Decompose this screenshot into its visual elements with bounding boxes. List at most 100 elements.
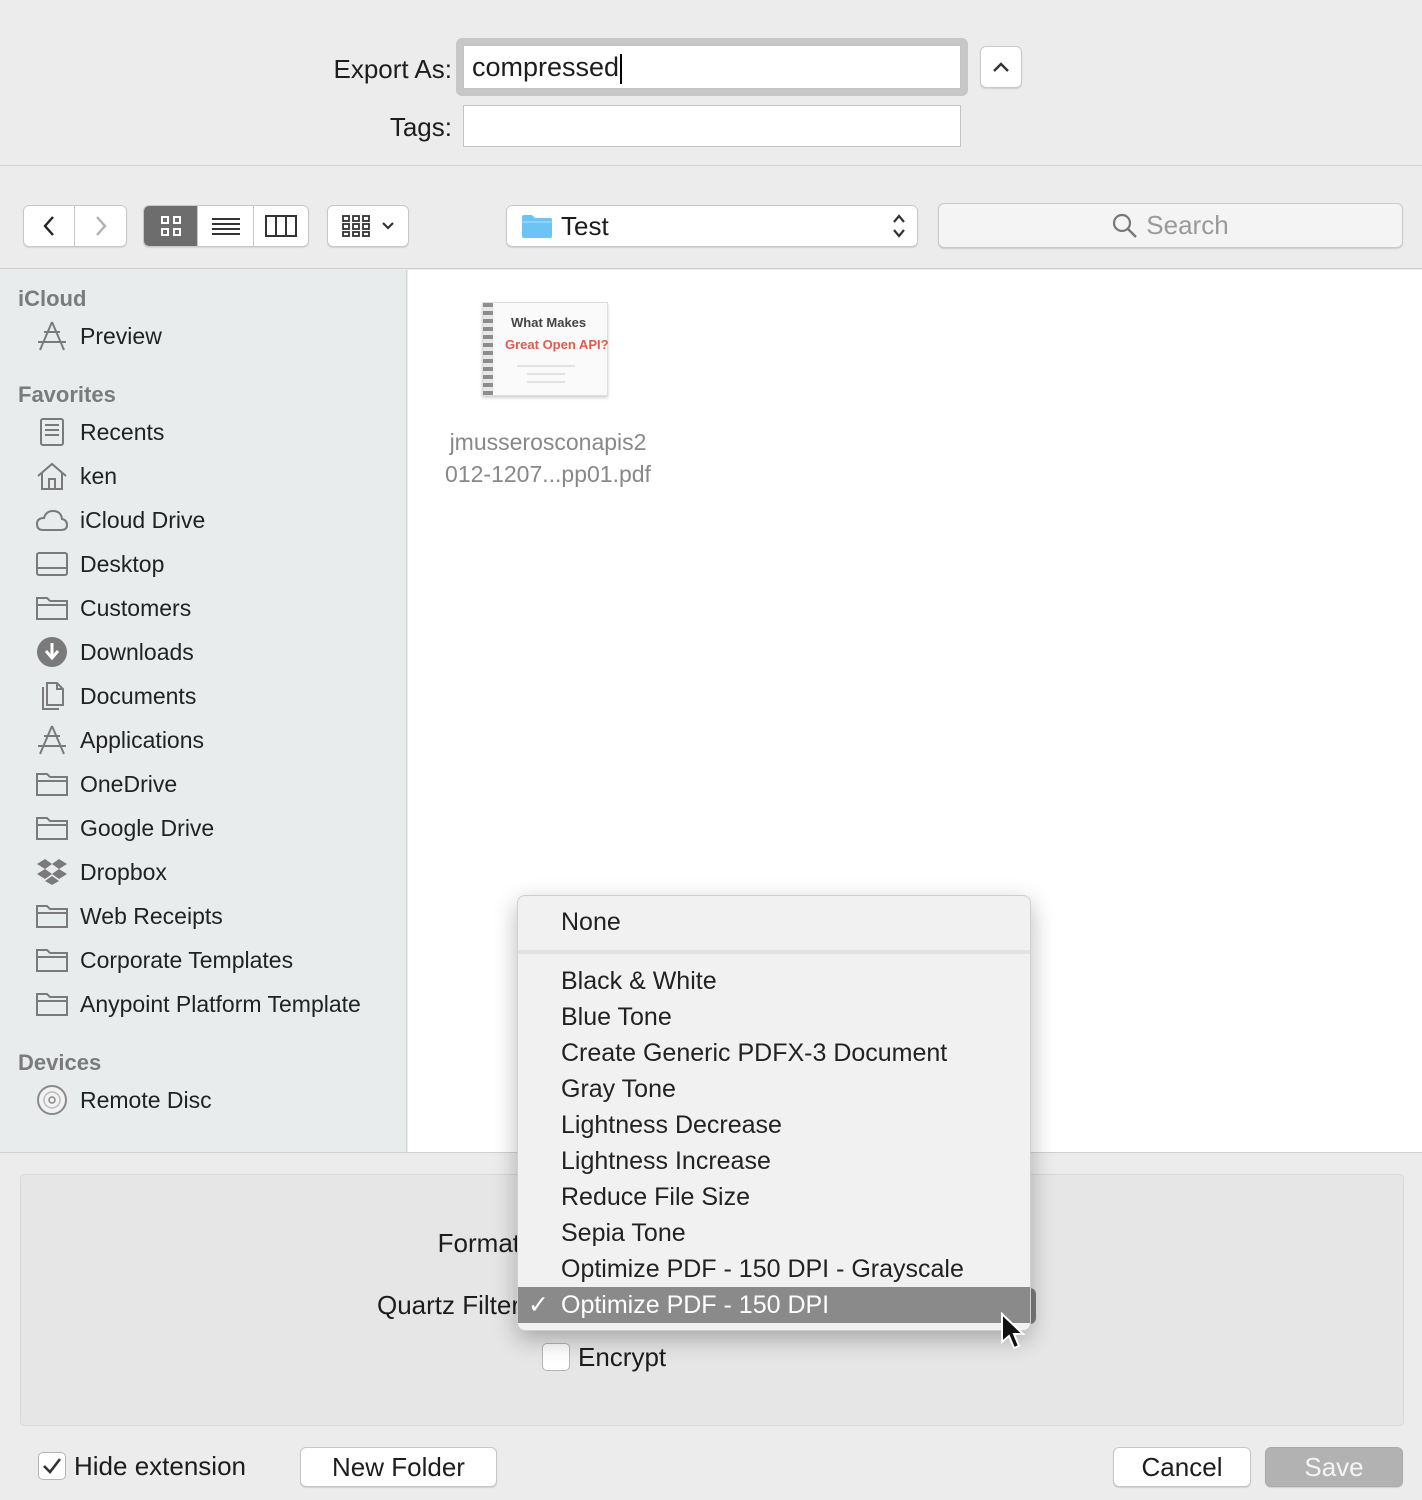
export-as-field[interactable]: compressed — [463, 45, 961, 89]
folder-icon — [34, 944, 70, 976]
up-down-chevron-icon — [893, 214, 905, 238]
view-mode-selector — [143, 205, 309, 247]
location-label: Test — [561, 210, 609, 241]
sidebar-item-recents[interactable]: Recents — [34, 412, 164, 452]
sidebar-item-web-receipts[interactable]: Web Receipts — [34, 896, 223, 936]
nav-back-forward — [23, 205, 127, 247]
sidebar-item-label: Desktop — [80, 550, 165, 577]
folder-icon — [34, 812, 70, 844]
quartz-filter-menu: None Black & White Blue Tone Create Gene… — [517, 895, 1031, 1331]
sidebar-item-label: Applications — [80, 726, 205, 753]
sidebar-item-downloads[interactable]: Downloads — [34, 632, 194, 672]
sidebar-item-label: Anypoint Platform Template — [80, 990, 361, 1017]
documents-icon — [34, 680, 70, 712]
folder-icon — [34, 592, 70, 624]
quartz-filter-label: Quartz Filter — [376, 1290, 520, 1320]
sidebar-item-label: Corporate Templates — [80, 946, 294, 973]
chevron-right-icon — [95, 216, 107, 236]
text-caret — [620, 54, 623, 84]
icon-view-button[interactable] — [144, 206, 199, 246]
thumbnail-title: What Makes — [511, 315, 587, 330]
hide-extension-label: Hide extension — [74, 1451, 246, 1481]
sidebar-item-label: Remote Disc — [80, 1086, 212, 1113]
sidebar-item-label: iCloud Drive — [80, 506, 206, 533]
sidebar-item-label: Customers — [80, 594, 192, 621]
menu-item-sepia-tone[interactable]: Sepia Tone — [518, 1215, 1030, 1251]
sidebar-header-favorites: Favorites — [18, 382, 116, 407]
dropbox-icon — [34, 856, 70, 888]
sidebar-item-corporate-templates[interactable]: Corporate Templates — [34, 940, 293, 980]
sidebar-item-icloud-drive[interactable]: iCloud Drive — [34, 500, 205, 540]
file-thumbnail[interactable]: What Makes Great Open API? — [482, 302, 609, 396]
sidebar-item-onedrive[interactable]: OneDrive — [34, 764, 177, 804]
menu-item-lightness-decrease[interactable]: Lightness Decrease — [518, 1107, 1030, 1143]
menu-item-reduce-file-size[interactable]: Reduce File Size — [518, 1179, 1030, 1215]
list-icon — [211, 218, 240, 235]
sidebar-item-applications[interactable]: Applications — [34, 720, 204, 760]
thumbnail-binding — [483, 303, 493, 395]
folder-icon — [34, 988, 70, 1020]
new-folder-button[interactable]: New Folder — [300, 1447, 497, 1487]
home-icon — [34, 460, 70, 492]
selected-checkmark: ✓ — [528, 1291, 549, 1319]
thumbnail-text-line — [527, 381, 565, 383]
menu-item-black-white[interactable]: Black & White — [518, 963, 1030, 999]
chevron-left-icon — [43, 216, 54, 236]
thumbnail-text-line — [517, 365, 575, 367]
sidebar-item-label: Dropbox — [80, 858, 167, 885]
mouse-cursor-icon — [1001, 1312, 1026, 1350]
sidebar-item-label: Preview — [80, 322, 162, 349]
cancel-button[interactable]: Cancel — [1113, 1447, 1251, 1487]
sidebar-item-preview[interactable]: Preview — [34, 316, 162, 356]
grid-icon — [160, 216, 181, 236]
collapse-button[interactable] — [980, 46, 1022, 88]
apps-icon — [34, 320, 70, 352]
group-by-button[interactable] — [327, 205, 409, 247]
menu-item-lightness-increase[interactable]: Lightness Increase — [518, 1143, 1030, 1179]
menu-item-gray-tone[interactable]: Gray Tone — [518, 1071, 1030, 1107]
encrypt-checkbox[interactable] — [542, 1343, 570, 1371]
sidebar-item-google-drive[interactable]: Google Drive — [34, 808, 214, 848]
folder-icon — [34, 768, 70, 800]
encrypt-label: Encrypt — [578, 1342, 667, 1372]
apps-icon — [34, 724, 70, 756]
sidebar-item-desktop[interactable]: Desktop — [34, 544, 164, 584]
sidebar-item-label: Web Receipts — [80, 902, 223, 929]
search-icon — [1113, 213, 1138, 238]
sidebar: iCloud Preview Favorites Recents ken iCl… — [0, 270, 407, 1152]
search-placeholder: Search — [1146, 210, 1229, 240]
menu-item-optimize-150-grayscale[interactable]: Optimize PDF - 150 DPI - Grayscale — [518, 1251, 1030, 1287]
desktop-icon — [34, 548, 70, 580]
sidebar-item-label: ken — [80, 462, 118, 489]
sidebar-item-label: Downloads — [80, 638, 194, 665]
format-label: Format — [437, 1228, 520, 1258]
menu-item-optimize-150-selected[interactable]: ✓ Optimize PDF - 150 DPI — [518, 1287, 1030, 1323]
menu-item-none[interactable]: None — [518, 904, 1030, 940]
sidebar-item-documents[interactable]: Documents — [34, 676, 196, 716]
save-button[interactable]: Save — [1265, 1447, 1403, 1487]
disc-icon — [34, 1084, 70, 1116]
menu-item-create-generic-pdfx3[interactable]: Create Generic PDFX-3 Document — [518, 1035, 1030, 1071]
folder-icon — [522, 215, 552, 238]
hide-extension-checkbox[interactable] — [38, 1452, 66, 1480]
columns-icon — [264, 215, 297, 237]
tags-field[interactable] — [463, 105, 961, 147]
forward-button[interactable] — [75, 206, 126, 246]
sidebar-header-devices: Devices — [18, 1050, 102, 1075]
sidebar-item-dropbox[interactable]: Dropbox — [34, 852, 167, 892]
file-name[interactable]: jmusserosconapis2 012-1207...pp01.pdf — [428, 426, 668, 490]
checkmark-icon — [43, 1458, 62, 1474]
sidebar-item-customers[interactable]: Customers — [34, 588, 191, 628]
search-field[interactable]: Search — [938, 203, 1403, 248]
sidebar-item-label: Google Drive — [80, 814, 215, 841]
column-view-button[interactable] — [254, 206, 308, 246]
location-popup[interactable]: Test — [506, 205, 918, 247]
list-view-button[interactable] — [198, 206, 254, 246]
tags-label: Tags: — [389, 112, 452, 142]
cloud-icon — [34, 504, 70, 536]
sidebar-item-remote-disc[interactable]: Remote Disc — [34, 1080, 212, 1120]
menu-item-blue-tone[interactable]: Blue Tone — [518, 999, 1030, 1035]
sidebar-item-ken[interactable]: ken — [34, 456, 117, 496]
sidebar-item-anypoint-platform-template[interactable]: Anypoint Platform Template — [34, 984, 361, 1024]
back-button[interactable] — [24, 206, 76, 246]
